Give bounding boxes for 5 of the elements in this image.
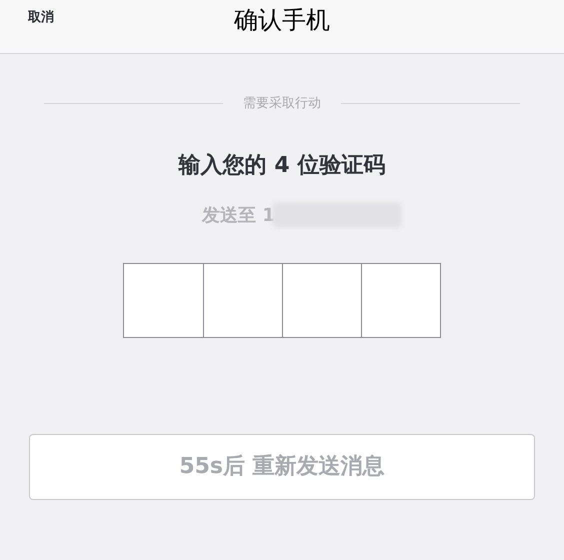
page-title: 确认手机 [234, 5, 330, 36]
cancel-button[interactable]: 取消 [28, 8, 54, 28]
section-label: 需要采取行动 [243, 95, 321, 113]
sent-to-text: 发送至 1 [202, 204, 275, 228]
heading: 输入您的 4 位验证码 [178, 152, 386, 180]
